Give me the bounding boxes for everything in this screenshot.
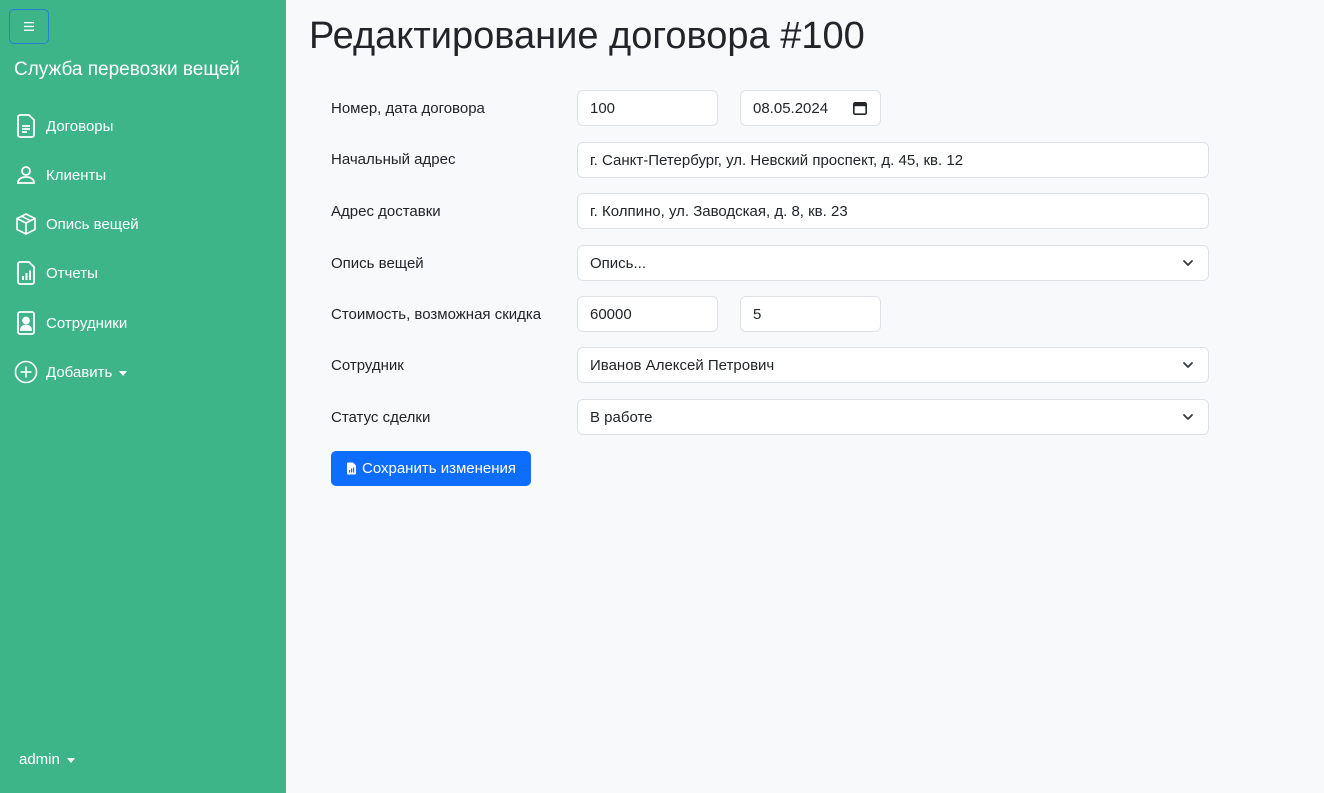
file-text-icon xyxy=(14,114,38,138)
save-changes-button[interactable]: Сохранить изменения xyxy=(331,451,531,486)
contract-date-input[interactable]: 08.05.2024 xyxy=(740,90,881,126)
employee-label: Сотрудник xyxy=(331,357,404,374)
sidebar-item-reports[interactable]: Отчеты xyxy=(14,259,98,287)
sidebar: Служба перевозки вещей Договоры Клиенты … xyxy=(0,0,286,793)
main-content: Редактирование договора #100 Номер, дата… xyxy=(286,0,1324,793)
sidebar-item-label: Сотрудники xyxy=(46,314,128,332)
user-menu[interactable]: admin xyxy=(19,751,75,768)
discount-value: 5 xyxy=(753,305,762,323)
hamburger-icon xyxy=(24,22,34,31)
sidebar-item-label: Клиенты xyxy=(46,166,107,184)
status-select[interactable]: В работе xyxy=(577,399,1209,435)
number-date-label: Номер, дата договора xyxy=(331,100,485,117)
start-address-input[interactable]: г. Санкт-Петербург, ул. Невский проспект… xyxy=(577,142,1209,178)
inventory-value: Опись... xyxy=(590,254,646,272)
delivery-address-value: г. Колпино, ул. Заводская, д. 8, кв. 23 xyxy=(590,202,848,220)
caret-down-icon xyxy=(119,370,128,376)
sidebar-item-label: Опись вещей xyxy=(46,215,139,233)
contract-date-value: 08.05.2024 xyxy=(753,99,829,117)
cost-input[interactable]: 60000 xyxy=(577,296,718,332)
delivery-address-label: Адрес доставки xyxy=(331,203,441,220)
plus-circle-icon xyxy=(14,360,38,384)
person-icon xyxy=(14,163,38,187)
brand-title[interactable]: Служба перевозки вещей xyxy=(14,59,240,81)
box-icon xyxy=(14,212,38,236)
cost-discount-label: Стоимость, возможная скидка xyxy=(331,306,542,323)
sidebar-item-contracts[interactable]: Договоры xyxy=(14,112,113,140)
chevron-down-icon xyxy=(1182,358,1194,375)
sidebar-toggle-button[interactable] xyxy=(9,9,49,44)
page-title: Редактирование договора #100 xyxy=(309,15,865,57)
status-label: Статус сделки xyxy=(331,409,431,426)
status-value: В работе xyxy=(590,408,653,426)
person-badge-icon xyxy=(14,311,38,335)
sidebar-item-inventory[interactable]: Опись вещей xyxy=(14,210,139,238)
sidebar-item-employees[interactable]: Сотрудники xyxy=(14,309,127,337)
username: admin xyxy=(19,751,60,768)
delivery-address-input[interactable]: г. Колпино, ул. Заводская, д. 8, кв. 23 xyxy=(577,193,1209,229)
start-address-label: Начальный адрес xyxy=(331,151,456,168)
sidebar-item-add[interactable]: Добавить xyxy=(14,358,128,386)
contract-number-value: 100 xyxy=(590,99,616,117)
employee-value: Иванов Алексей Петрович xyxy=(590,356,775,374)
discount-input[interactable]: 5 xyxy=(740,296,881,332)
contract-number-input[interactable]: 100 xyxy=(577,90,718,126)
chevron-down-icon xyxy=(1182,410,1194,427)
inventory-label: Опись вещей xyxy=(331,255,424,272)
employee-select[interactable]: Иванов Алексей Петрович xyxy=(577,347,1209,383)
sidebar-item-label: Отчеты xyxy=(46,264,98,282)
caret-down-icon xyxy=(66,758,75,763)
file-chart-icon xyxy=(346,462,357,475)
cost-value: 60000 xyxy=(590,305,632,323)
save-button-label: Сохранить изменения xyxy=(361,460,517,477)
chevron-down-icon xyxy=(1182,256,1194,273)
sidebar-item-clients[interactable]: Клиенты xyxy=(14,161,106,189)
inventory-select[interactable]: Опись... xyxy=(577,245,1209,281)
sidebar-item-label: Добавить xyxy=(46,363,113,381)
sidebar-item-label: Договоры xyxy=(46,117,114,135)
file-chart-icon xyxy=(14,261,38,285)
calendar-icon[interactable] xyxy=(853,101,867,119)
start-address-value: г. Санкт-Петербург, ул. Невский проспект… xyxy=(590,151,964,169)
